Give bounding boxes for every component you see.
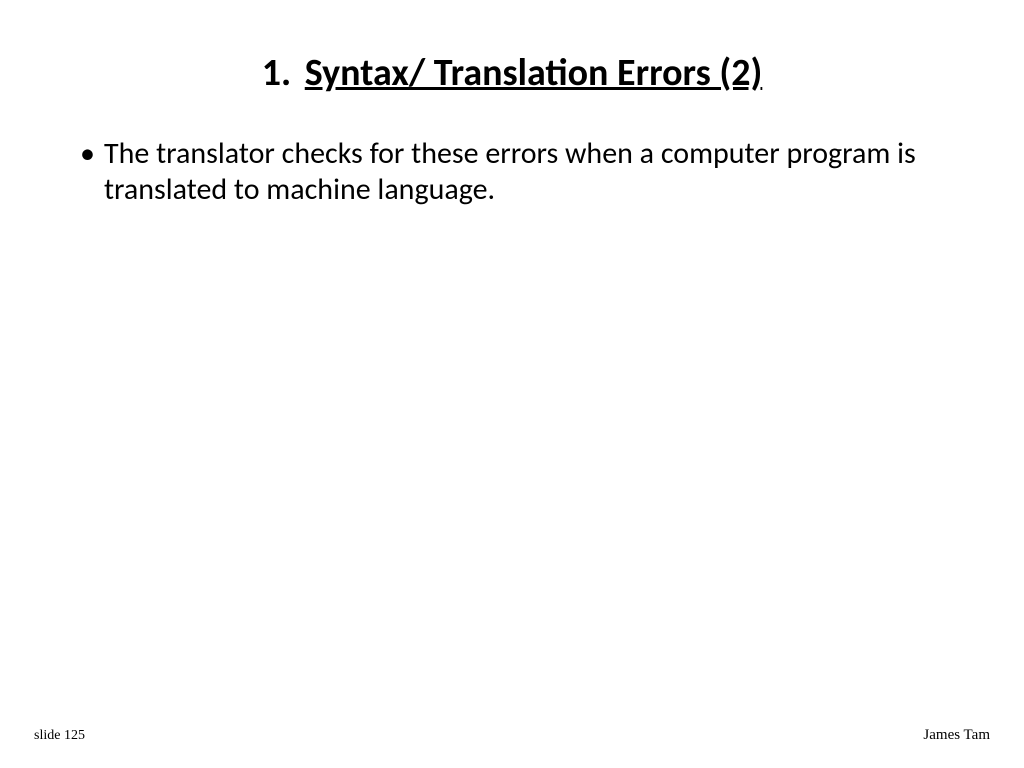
slide-container: 1. Syntax/ Translation Errors (2) The tr… <box>0 0 1024 768</box>
slide-title-row: 1. Syntax/ Translation Errors (2) <box>50 50 974 96</box>
bullet-text: The translator checks for these errors w… <box>104 135 916 208</box>
slide-content: The translator checks for these errors w… <box>50 136 974 208</box>
footer-slide-number: slide 125 <box>34 728 85 744</box>
bullet-item: The translator checks for these errors w… <box>80 136 954 208</box>
footer-author: James Tam <box>923 727 990 744</box>
title-text: Syntax/ Translation Errors (2) <box>305 50 763 96</box>
title-number: 1. <box>262 50 291 96</box>
